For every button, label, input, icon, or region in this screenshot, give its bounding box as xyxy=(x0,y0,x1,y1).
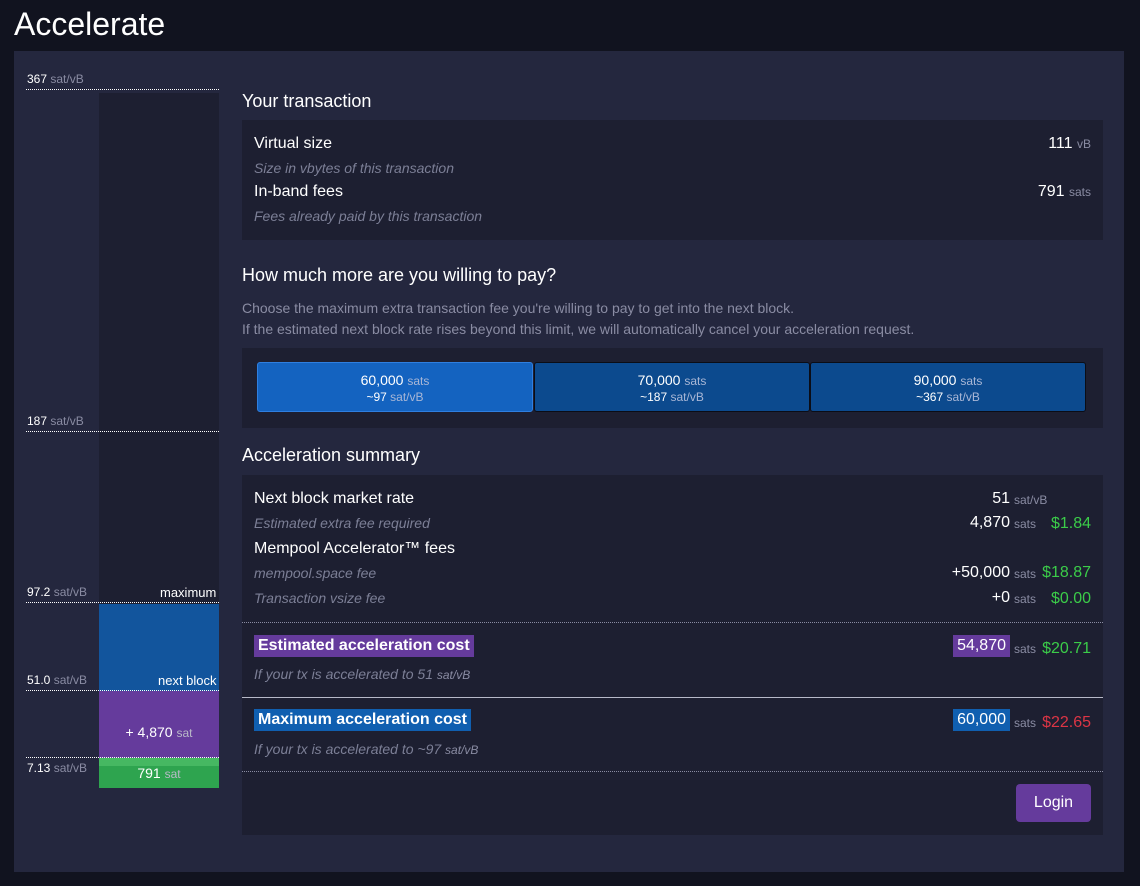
bar-extra-value: + 4,870 xyxy=(125,724,173,740)
willing-description: Choose the maximum extra transaction fee… xyxy=(242,298,914,340)
in-band-fees-label: In-band fees xyxy=(254,183,343,200)
extra-fee-value: 4,870 xyxy=(969,514,1010,531)
login-button[interactable]: Login xyxy=(1016,784,1091,822)
in-band-fees-description: Fees already paid by this transaction xyxy=(254,208,483,224)
maximum-cost-value: 60,000 xyxy=(953,709,1010,731)
rate-line-maximum xyxy=(26,602,219,603)
vsize-fee-unit: sats xyxy=(1014,592,1037,606)
summary-box: Next block market rate 51 sat/vB Estimat… xyxy=(242,475,1103,835)
rate-line-367 xyxy=(26,89,219,90)
rate-line-187 xyxy=(26,431,219,432)
fee-option-60000[interactable]: 60,000 sats ~97 sat/vB xyxy=(257,362,533,412)
next-block-marker-label: next block xyxy=(158,673,217,688)
vsize-fee-usd: $0.00 xyxy=(1050,590,1091,607)
vsize-fee-value: +0 xyxy=(991,589,1010,606)
willing-description-line-2: If the estimated next block rate rises b… xyxy=(242,321,915,337)
maximum-cost-description: If your tx is accelerated to ~97 sat/vB xyxy=(254,741,479,757)
fee-option-90000[interactable]: 90,000 sats ~367 sat/vB xyxy=(810,362,1086,412)
vsize-fee-label: Transaction vsize fee xyxy=(254,590,386,606)
bar-extra-unit: sat xyxy=(176,726,193,740)
rate-line-next-block xyxy=(26,690,219,691)
accelerator-fees-label: Mempool Accelerator™ fees xyxy=(254,540,455,557)
transaction-heading: Your transaction xyxy=(242,91,372,111)
summary-divider-bottom xyxy=(242,771,1103,772)
estimated-cost-label: Estimated acceleration cost xyxy=(254,635,474,657)
estimated-cost-description: If your tx is accelerated to 51 sat/vB xyxy=(254,666,471,682)
fee-options-box: 60,000 sats ~97 sat/vB 70,000 sats ~187 … xyxy=(242,348,1103,428)
market-rate-value: 51 xyxy=(992,490,1010,507)
rate-label-187: 187 sat/vB xyxy=(27,414,84,428)
extra-fee-label: Estimated extra fee required xyxy=(254,515,430,531)
estimated-cost-unit: sats xyxy=(1014,642,1037,656)
rate-label-current: 7.13 sat/vB xyxy=(27,761,88,775)
mempool-fee-unit: sats xyxy=(1014,567,1037,581)
maximum-cost-label: Maximum acceleration cost xyxy=(254,709,471,731)
mempool-fee-label: mempool.space fee xyxy=(254,565,377,581)
maximum-marker-label: maximum xyxy=(160,585,217,600)
willing-description-line-1: Choose the maximum extra transaction fee… xyxy=(242,300,795,316)
extra-fee-usd: $1.84 xyxy=(1050,515,1091,532)
mempool-fee-value: +50,000 xyxy=(951,564,1010,581)
mempool-fee-usd: $18.87 xyxy=(1042,564,1091,581)
estimated-cost-value: 54,870 xyxy=(953,635,1010,657)
rate-line-current xyxy=(26,757,219,758)
estimated-cost-usd: $20.71 xyxy=(1042,640,1091,657)
bar-fee-unit: sat xyxy=(164,767,181,781)
vsize-label: Virtual size xyxy=(254,135,332,152)
summary-heading: Acceleration summary xyxy=(242,445,421,465)
vsize-value: 111 vB xyxy=(1048,135,1091,152)
rate-label-367: 367 sat/vB xyxy=(27,72,84,86)
rate-label-next-block: 51.0 sat/vB xyxy=(27,673,88,687)
fee-option-70000[interactable]: 70,000 sats ~187 sat/vB xyxy=(534,362,810,412)
rate-label-maximum: 97.2 sat/vB xyxy=(27,585,88,599)
vsize-description: Size in vbytes of this transaction xyxy=(254,160,454,176)
summary-divider-solid xyxy=(242,697,1103,698)
maximum-cost-usd: $22.65 xyxy=(1042,714,1091,731)
maximum-cost-unit: sats xyxy=(1014,716,1037,730)
bar-fee-label: 791 sat xyxy=(99,765,219,781)
in-band-fees-value: 791 sats xyxy=(1037,183,1091,200)
market-rate-label: Next block market rate xyxy=(254,490,415,507)
extra-fee-unit: sats xyxy=(1014,517,1037,531)
summary-divider-dotted xyxy=(242,622,1103,623)
market-rate-unit: sat/vB xyxy=(1014,493,1048,507)
bar-fee-value: 791 xyxy=(137,765,161,781)
transaction-box: Virtual size Size in vbytes of this tran… xyxy=(242,120,1103,240)
accelerate-panel: + 4,870 sat 791 sat 367 sat/vB 187 sat/v… xyxy=(14,51,1124,872)
bar-extra-label: + 4,870 sat xyxy=(99,724,219,740)
page-title: Accelerate xyxy=(14,6,166,42)
willing-heading: How much more are you willing to pay? xyxy=(242,265,557,285)
